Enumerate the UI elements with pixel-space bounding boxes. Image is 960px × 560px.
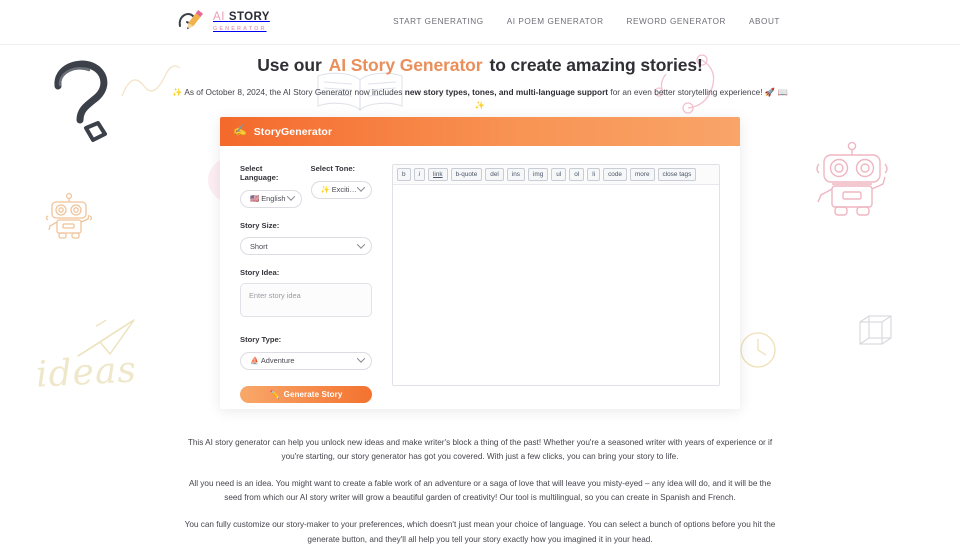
description-paragraph-3: You can fully customize our story-maker …	[184, 520, 776, 544]
page-title-accent: AI Story Generator	[328, 55, 483, 75]
generate-story-label: Generate Story	[283, 389, 343, 399]
page-title-before: Use our	[257, 55, 322, 75]
main-navigation: START GENERATING AI POEM GENERATOR REWOR…	[393, 17, 780, 26]
nav-reword-generator[interactable]: REWORD GENERATOR	[627, 17, 726, 26]
story-generator-card: ✍️ StoryGenerator Select Language: 🇺🇸 En…	[220, 117, 740, 409]
site-logo[interactable]: AI STORY GENERATOR	[176, 6, 270, 38]
quicktag-close-tags[interactable]: close tags	[657, 168, 697, 182]
quicktag-link[interactable]: link	[427, 168, 448, 182]
nav-start-generating[interactable]: START GENERATING	[393, 17, 484, 26]
pencil-logo-icon	[176, 6, 208, 38]
quicktag-del[interactable]: del	[485, 168, 504, 182]
page-title: Use our AI Story Generator to create amazi…	[0, 55, 960, 76]
language-field: Select Language: 🇺🇸 English	[240, 164, 302, 208]
description-paragraph-1: This AI story generator can help you unl…	[187, 438, 773, 462]
writing-hand-icon: ✍️	[233, 125, 247, 137]
clock-doodle	[740, 332, 776, 368]
pencil-icon: ✏️	[269, 389, 280, 399]
description-paragraph-2: All you need is an idea. You might want …	[188, 479, 772, 503]
tone-field: Select Tone: ✨ Exciting	[310, 164, 372, 208]
language-label: Select Language:	[240, 164, 279, 182]
site-header: AI STORY GENERATOR START GENERATING AI P…	[0, 0, 960, 45]
story-type-select[interactable]: ⛵ Adventure	[240, 351, 372, 370]
quicktag-more[interactable]: more	[629, 168, 655, 182]
announcement-text-part2: for an even better storytelling experien…	[608, 87, 776, 97]
page-title-after: to create amazing stories!	[489, 55, 703, 75]
quicktag-i[interactable]: i	[413, 168, 425, 182]
tone-select[interactable]: ✨ Exciting	[310, 180, 372, 199]
story-editor: b i link b-quote del ins img ul ol li co…	[392, 164, 720, 386]
story-size-field: Story Size: Short	[240, 220, 372, 255]
story-size-select[interactable]: Short	[240, 237, 372, 255]
hero-section: Use our AI Story Generator to create amazi…	[0, 45, 960, 112]
story-idea-field: Story Idea:	[240, 268, 372, 322]
sparkle-icon: ✨	[172, 87, 183, 97]
nav-about[interactable]: ABOUT	[749, 17, 780, 26]
tone-label: Select Tone:	[310, 164, 356, 173]
quicktag-code[interactable]: code	[603, 168, 627, 182]
story-type-field: Story Type: ⛵ Adventure	[240, 335, 372, 370]
quicktag-ol[interactable]: ol	[569, 168, 585, 182]
quicktags-toolbar: b i link b-quote del ins img ul ol li co…	[393, 165, 719, 186]
story-output-panel: b i link b-quote del ins img ul ol li co…	[392, 164, 720, 403]
robot-doodle-right	[816, 141, 888, 216]
generate-story-button[interactable]: ✏️ Generate Story	[240, 385, 372, 403]
quicktag-img[interactable]: img	[527, 168, 549, 182]
quicktag-ins[interactable]: ins	[506, 168, 525, 182]
story-type-label: Story Type:	[240, 335, 282, 344]
story-output-textarea[interactable]	[393, 185, 719, 385]
quicktag-ul[interactable]: ul	[551, 168, 567, 182]
cube-doodle	[859, 315, 892, 345]
announcement-banner: ✨ As of October 8, 2024, the AI Story Ge…	[170, 86, 790, 112]
language-select[interactable]: 🇺🇸 English	[240, 189, 302, 208]
card-header: ✍️ StoryGenerator	[220, 117, 740, 146]
story-idea-input[interactable]	[240, 283, 372, 317]
announcement-text-part1: As of October 8, 2024, the AI Story Gene…	[184, 87, 405, 97]
quicktag-b[interactable]: b	[397, 168, 411, 182]
announcement-text-bold: new story types, tones, and multi-langua…	[404, 87, 609, 97]
description-section: This AI story generator can help you unl…	[0, 436, 960, 560]
story-idea-label: Story Idea:	[240, 268, 280, 277]
logo-text-generator: GENERATOR	[213, 25, 267, 32]
card-title: StoryGenerator	[253, 125, 333, 138]
nav-ai-poem-generator[interactable]: AI POEM GENERATOR	[507, 17, 604, 26]
quicktag-b-quote[interactable]: b-quote	[450, 168, 483, 182]
logo-text-ai: AI	[213, 11, 229, 23]
story-size-label: Story Size:	[240, 220, 280, 230]
ideas-handwriting-doodle: ideas	[34, 349, 138, 396]
robot-doodle-left	[46, 192, 92, 239]
generator-form: Select Language: 🇺🇸 English Select Tone:…	[240, 164, 372, 403]
quicktag-li[interactable]: li	[587, 168, 601, 182]
paper-plane-doodle	[77, 319, 135, 357]
logo-text-story: STORY	[228, 11, 270, 23]
